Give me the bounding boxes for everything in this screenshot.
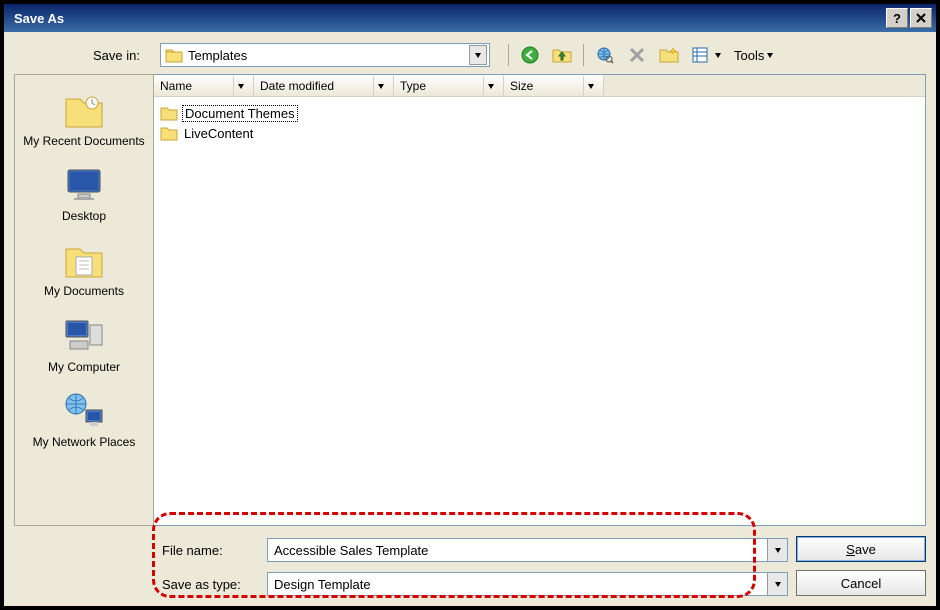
folder-icon [160, 105, 178, 121]
globe-search-icon [596, 46, 614, 64]
tools-menu[interactable]: Tools [730, 48, 777, 63]
close-icon [916, 13, 926, 23]
save-in-combo[interactable]: Templates [160, 43, 490, 67]
views-icon [692, 47, 712, 63]
chevron-down-icon [715, 53, 721, 58]
folder-icon [165, 47, 183, 63]
savetype-dropdown-button[interactable] [767, 573, 787, 595]
savetype-combo[interactable] [267, 572, 788, 596]
place-desktop[interactable]: Desktop [19, 158, 149, 227]
chevron-down-icon [775, 548, 781, 553]
place-label: My Network Places [33, 436, 136, 449]
cancel-button[interactable]: Cancel [796, 570, 926, 596]
help-button[interactable]: ? [886, 8, 908, 28]
my-documents-icon [60, 237, 108, 281]
place-label: My Documents [44, 285, 124, 298]
column-name[interactable]: Name [154, 75, 254, 96]
filename-dropdown-button[interactable] [767, 539, 787, 561]
delete-x-icon [629, 47, 645, 63]
back-button[interactable] [517, 43, 543, 67]
filename-label: File name: [162, 543, 257, 558]
place-label: My Recent Documents [23, 135, 144, 148]
savetype-input[interactable] [268, 573, 767, 595]
window-title: Save As [8, 11, 886, 26]
column-dropdown[interactable] [373, 76, 387, 96]
folder-icon [160, 125, 178, 141]
save-in-dropdown-button[interactable] [469, 45, 487, 65]
place-my-documents[interactable]: My Documents [19, 233, 149, 302]
column-dropdown[interactable] [483, 76, 497, 96]
search-web-button[interactable] [592, 43, 618, 67]
file-list[interactable]: Document Themes LiveContent [154, 97, 925, 525]
chevron-down-icon [775, 582, 781, 587]
place-recent-documents[interactable]: My Recent Documents [19, 83, 149, 152]
save-in-row: Save in: Templates [14, 40, 926, 70]
title-bar: Save As ? [4, 4, 936, 32]
places-bar: My Recent Documents Desktop My Documents [14, 74, 154, 526]
file-item[interactable]: LiveContent [160, 123, 919, 143]
file-name: Document Themes [182, 105, 298, 122]
save-in-label: Save in: [14, 48, 154, 63]
back-arrow-icon [521, 46, 539, 64]
toolbar: Tools [506, 43, 777, 67]
new-folder-button[interactable] [656, 43, 682, 67]
column-size[interactable]: Size [504, 75, 604, 96]
recent-documents-icon [60, 87, 108, 131]
filename-fields: File name: Save as type: [162, 532, 788, 596]
delete-button[interactable] [624, 43, 650, 67]
save-button[interactable]: Save [796, 536, 926, 562]
new-folder-icon [659, 46, 679, 64]
file-item[interactable]: Document Themes [160, 103, 919, 123]
column-dropdown[interactable] [233, 76, 247, 96]
chevron-down-icon [475, 53, 481, 58]
column-date-modified[interactable]: Date modified [254, 75, 394, 96]
column-headers: Name Date modified Type Size [154, 75, 925, 97]
my-computer-icon [60, 313, 108, 357]
save-in-value: Templates [188, 48, 464, 63]
place-network-places[interactable]: My Network Places [19, 384, 149, 453]
save-as-dialog: Save As ? Save in: Templates [0, 0, 940, 610]
filename-input[interactable] [268, 539, 767, 561]
savetype-label: Save as type: [162, 577, 257, 592]
column-type[interactable]: Type [394, 75, 504, 96]
folder-up-icon [552, 46, 572, 64]
place-my-computer[interactable]: My Computer [19, 309, 149, 378]
network-places-icon [60, 388, 108, 432]
filename-combo[interactable] [267, 538, 788, 562]
place-label: My Computer [48, 361, 120, 374]
up-one-level-button[interactable] [549, 43, 575, 67]
tools-label: Tools [734, 48, 764, 63]
file-name: LiveContent [182, 126, 255, 141]
chevron-down-icon [767, 53, 773, 58]
close-button[interactable] [910, 8, 932, 28]
column-dropdown[interactable] [583, 76, 597, 96]
views-button[interactable] [688, 43, 724, 67]
window-controls: ? [886, 8, 932, 28]
desktop-icon [60, 162, 108, 206]
place-label: Desktop [62, 210, 106, 223]
file-list-area: Name Date modified Type Size Document Th… [154, 74, 926, 526]
